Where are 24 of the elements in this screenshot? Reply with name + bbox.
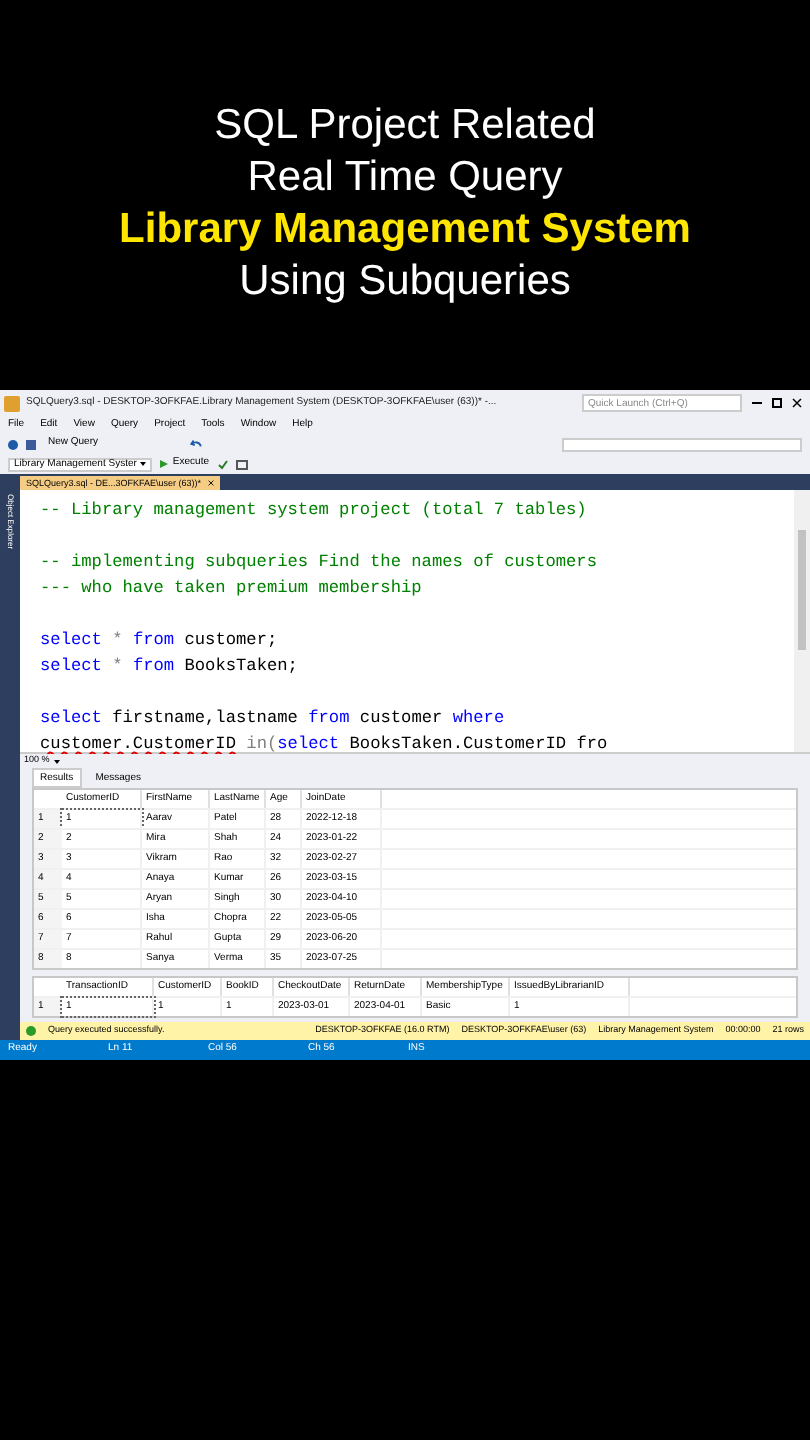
code-editor[interactable] <box>20 490 810 754</box>
code-line: customer.CustomerID in(select BooksTaken.CustomerID fro <box>40 732 610 755</box>
close-icon[interactable] <box>207 480 214 486</box>
app-logo-icon <box>4 395 20 411</box>
caret-icon <box>53 759 60 763</box>
headline-text: SQL Project Related <box>214 100 596 152</box>
check-icon[interactable] <box>217 459 227 469</box>
headline-text: Real Time Query <box>247 152 563 204</box>
code-line: --- who have taken premium membership <box>40 576 424 602</box>
code-line: select * from customer; <box>40 628 280 654</box>
success-icon <box>26 1026 36 1036</box>
headline-text: Using Subqueries <box>239 256 571 308</box>
close-icon[interactable] <box>792 398 802 408</box>
code-line: select * from BooksTaken; <box>40 654 300 680</box>
code-line: -- Library management system project (total 7 tables) <box>40 498 589 524</box>
headline-text: Library Management System <box>119 204 691 256</box>
code-line: -- implementing subqueries Find the names of customers <box>40 550 599 576</box>
search-field[interactable] <box>562 437 802 451</box>
scrollbar[interactable] <box>794 490 810 752</box>
caret-icon <box>140 462 147 466</box>
play-icon <box>160 460 169 468</box>
code-line: select firstname,lastname from customer where <box>40 706 507 732</box>
undo-icon[interactable] <box>190 438 203 450</box>
maximize-icon[interactable] <box>772 398 782 408</box>
